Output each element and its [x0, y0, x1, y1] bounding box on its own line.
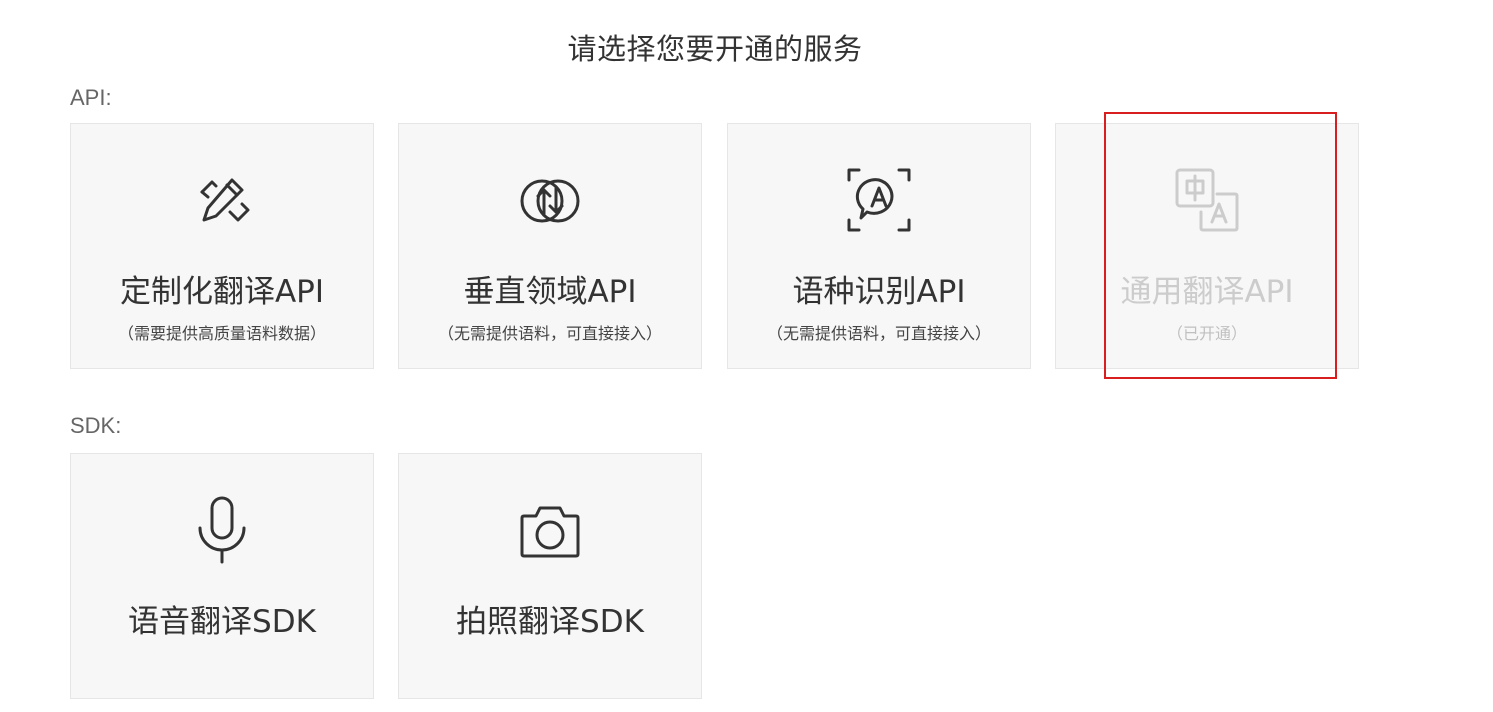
card-subtitle: （无需提供语料，可直接接入）	[766, 324, 991, 343]
card-title: 拍照翻译SDK	[456, 604, 644, 640]
sdk-section-label: SDK:	[70, 413, 122, 438]
card-title: 定制化翻译API	[119, 274, 325, 310]
card-title: 语音翻译SDK	[128, 604, 316, 640]
service-card-photo-translation-sdk[interactable]: 拍照翻译SDK	[398, 453, 702, 699]
sync-arrows-icon	[514, 164, 586, 236]
card-subtitle: （已开通）	[1166, 324, 1247, 343]
card-title: 通用翻译API	[1120, 274, 1294, 310]
service-card-language-detect-api[interactable]: 语种识别API （无需提供语料，可直接接入）	[727, 123, 1031, 369]
microphone-icon	[186, 494, 258, 566]
service-card-general-translation-api: 通用翻译API （已开通）	[1055, 123, 1359, 369]
page-title: 请选择您要开通的服务	[567, 32, 863, 66]
card-subtitle: （无需提供语料，可直接接入）	[437, 324, 662, 343]
card-title: 语种识别API	[792, 274, 966, 310]
service-card-voice-translation-sdk[interactable]: 语音翻译SDK	[70, 453, 374, 699]
api-section-label: API:	[70, 85, 112, 110]
language-detect-icon	[843, 164, 915, 236]
card-subtitle: （需要提供高质量语料数据）	[117, 324, 326, 343]
camera-icon	[514, 494, 586, 566]
pencil-ruler-icon	[186, 164, 258, 236]
service-selection-page: 请选择您要开通的服务 API: 定制化翻译API （需要提供高质量语料数据） 垂…	[0, 0, 1493, 712]
service-card-vertical-domain-api[interactable]: 垂直领域API （无需提供语料，可直接接入）	[398, 123, 702, 369]
card-title: 垂直领域API	[463, 274, 637, 310]
service-card-custom-translation-api[interactable]: 定制化翻译API （需要提供高质量语料数据）	[70, 123, 374, 369]
translate-icon	[1171, 164, 1243, 236]
